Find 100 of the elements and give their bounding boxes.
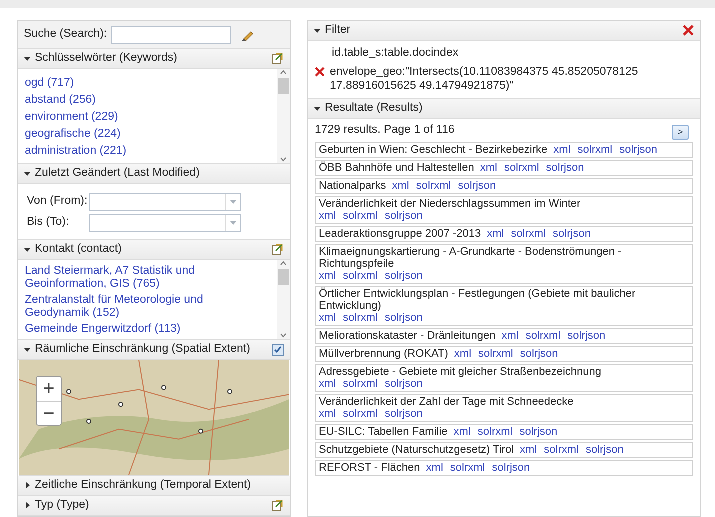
result-link[interactable]: xml xyxy=(520,444,538,456)
section-header[interactable]: Zeitliche Einschränkung (Temporal Extent) xyxy=(18,476,290,496)
scrollbar[interactable] xyxy=(277,69,290,163)
result-link[interactable]: solrjson xyxy=(384,378,423,390)
field-label: Von (From): xyxy=(27,194,89,210)
result-title[interactable]: Schutzgebiete (Naturschutzgesetz) Tirol xyxy=(319,444,514,456)
result-title[interactable]: EU-SILC: Tabellen Familie xyxy=(319,426,448,438)
result-title[interactable]: REFORST - Flächen xyxy=(319,462,420,474)
scroll-up-icon[interactable] xyxy=(280,69,287,77)
result-title[interactable]: Veränderlichkeit der Niederschlagssummen im Winter xyxy=(319,198,581,210)
facet-link[interactable]: administration (221) xyxy=(25,145,270,158)
result-link[interactable]: solrxml xyxy=(478,348,514,360)
scroll-up-icon[interactable] xyxy=(280,260,287,268)
dropdown-arrow-icon[interactable] xyxy=(230,200,236,204)
result-link[interactable]: solrjson xyxy=(546,162,584,174)
result-title[interactable]: Klimaeignungskartierung - A-Grundkarte - Bodenströmungen - Richtungspfeile xyxy=(319,246,683,270)
result-link[interactable]: xml xyxy=(319,312,336,324)
result-title[interactable]: Meliorationskataster - Dränleitungen xyxy=(319,330,496,342)
result-link[interactable]: solrjson xyxy=(458,180,496,192)
scroll-thumb[interactable] xyxy=(278,78,289,94)
section-header[interactable]: Kontakt (contact) xyxy=(18,240,290,260)
result-link[interactable]: xml xyxy=(480,162,498,174)
result-link[interactable]: xml xyxy=(392,180,410,192)
section-title: Zeitliche Einschränkung (Temporal Extent) xyxy=(35,478,252,493)
section-header[interactable]: Typ (Type) xyxy=(18,496,290,516)
result-title[interactable]: ÖBB Bahnhöfe und Haltestellen xyxy=(319,162,474,174)
section-header[interactable]: Zuletzt Geändert (Last Modified) xyxy=(18,164,290,184)
result-link[interactable]: solrjson xyxy=(384,270,423,282)
scroll-thumb[interactable] xyxy=(278,269,289,285)
result-link[interactable]: solrxml xyxy=(450,462,486,474)
next-page-button[interactable]: > xyxy=(672,124,689,140)
dropdown-arrow-icon[interactable] xyxy=(230,221,236,225)
result-link[interactable]: solrjson xyxy=(553,228,591,240)
result-link[interactable]: solrxml xyxy=(478,426,513,438)
result-link[interactable]: solrxml xyxy=(526,330,561,342)
result-title[interactable]: Örtlicher Entwicklungsplan - Festlegungen (Gebiete mit baulicher Entwicklung) xyxy=(319,288,683,312)
result-link[interactable]: xml xyxy=(319,210,336,222)
result-link[interactable]: solrjson xyxy=(520,426,558,438)
result-link[interactable]: xml xyxy=(454,348,472,360)
map-drawing[interactable] xyxy=(19,360,289,475)
facet-link[interactable]: Land Steiermark, A7 Statistik und Geoinformation, GIS (765) xyxy=(25,265,270,291)
result-title[interactable]: Veränderlichkeit der Zahl der Tage mit Schneedecke xyxy=(319,396,574,408)
result-link[interactable]: solrxml xyxy=(578,144,613,156)
result-link[interactable]: solrxml xyxy=(343,210,378,222)
export-icon[interactable] xyxy=(272,52,284,64)
search-field[interactable] xyxy=(111,26,232,44)
result-link[interactable]: xml xyxy=(554,144,571,156)
section-header[interactable]: Resultate (Results) xyxy=(308,99,700,119)
result-title[interactable]: Geburten in Wien: Geschlecht - Bezirkebezirke xyxy=(319,144,548,156)
section-title: Schlüsselwörter (Keywords) xyxy=(35,50,179,66)
section-header[interactable]: Filter xyxy=(308,21,700,41)
result-link[interactable]: solrxml xyxy=(544,444,579,456)
remove-icon[interactable] xyxy=(315,67,325,77)
result-title[interactable]: Leaderaktionsgruppe 2007 -2013 xyxy=(319,228,482,240)
export-icon[interactable] xyxy=(272,500,284,512)
result-link[interactable]: xml xyxy=(487,228,504,240)
result-title[interactable]: Adressgebiete - Gebiete mit gleicher Straßenbezeichnung xyxy=(319,366,602,378)
date-field[interactable] xyxy=(89,214,241,232)
facet-link[interactable]: Gemeinde Engerwitzdorf (113) xyxy=(25,323,270,336)
result-link[interactable]: solrxml xyxy=(504,162,540,174)
result-link[interactable]: solrjson xyxy=(586,444,624,456)
facet-link[interactable]: Zentralanstalt für Meteorologie und Geodynamik (152) xyxy=(25,294,270,320)
facet-link[interactable]: abstand (256) xyxy=(25,94,270,107)
result-link[interactable]: solrxml xyxy=(343,312,378,324)
result-link[interactable]: solrjson xyxy=(492,462,530,474)
result-title[interactable]: Müllverbrennung (ROKAT) xyxy=(319,348,448,360)
result-link[interactable]: solrjson xyxy=(384,210,423,222)
result-link[interactable]: solrjson xyxy=(384,312,423,324)
checkbox[interactable] xyxy=(272,344,284,356)
section-title: Zuletzt Geändert (Last Modified) xyxy=(35,166,201,181)
result-link[interactable]: solrxml xyxy=(343,270,378,282)
result-title[interactable]: Nationalparks xyxy=(319,180,386,192)
result-link[interactable]: solrjson xyxy=(620,144,658,156)
facet-link[interactable]: environment (229) xyxy=(25,111,270,124)
result-link[interactable]: xml xyxy=(502,330,519,342)
section-title: Räumliche Einschränkung (Spatial Extent) xyxy=(35,342,252,357)
date-field[interactable] xyxy=(89,193,241,211)
section-title: Resultate (Results) xyxy=(325,100,424,116)
section-header[interactable]: Schlüsselwörter (Keywords) xyxy=(18,49,290,69)
zoom-out-button[interactable]: − xyxy=(37,401,61,425)
result-link[interactable]: xml xyxy=(319,408,336,420)
result-link[interactable]: solrjson xyxy=(568,330,606,342)
scrollbar[interactable] xyxy=(277,260,290,339)
result-link[interactable]: solrxml xyxy=(343,378,378,390)
result-link[interactable]: solrjson xyxy=(520,348,558,360)
scroll-down-icon[interactable] xyxy=(280,331,287,339)
facet-link[interactable]: geografische (224) xyxy=(25,128,270,141)
close-icon[interactable] xyxy=(683,25,694,36)
result-link[interactable]: xml xyxy=(319,378,336,390)
result-link[interactable]: xml xyxy=(319,270,336,282)
result-link[interactable]: solrxml xyxy=(511,228,546,240)
result-link[interactable]: xml xyxy=(454,426,471,438)
result-link[interactable]: solrxml xyxy=(343,408,378,420)
export-icon[interactable] xyxy=(272,244,284,256)
facet-link[interactable]: ogd (717) xyxy=(25,77,270,90)
section-header[interactable]: Räumliche Einschränkung (Spatial Extent) xyxy=(18,340,290,360)
result-link[interactable]: solrxml xyxy=(416,180,452,192)
scroll-down-icon[interactable] xyxy=(280,155,287,163)
result-link[interactable]: xml xyxy=(426,462,444,474)
result-link[interactable]: solrjson xyxy=(384,408,423,420)
